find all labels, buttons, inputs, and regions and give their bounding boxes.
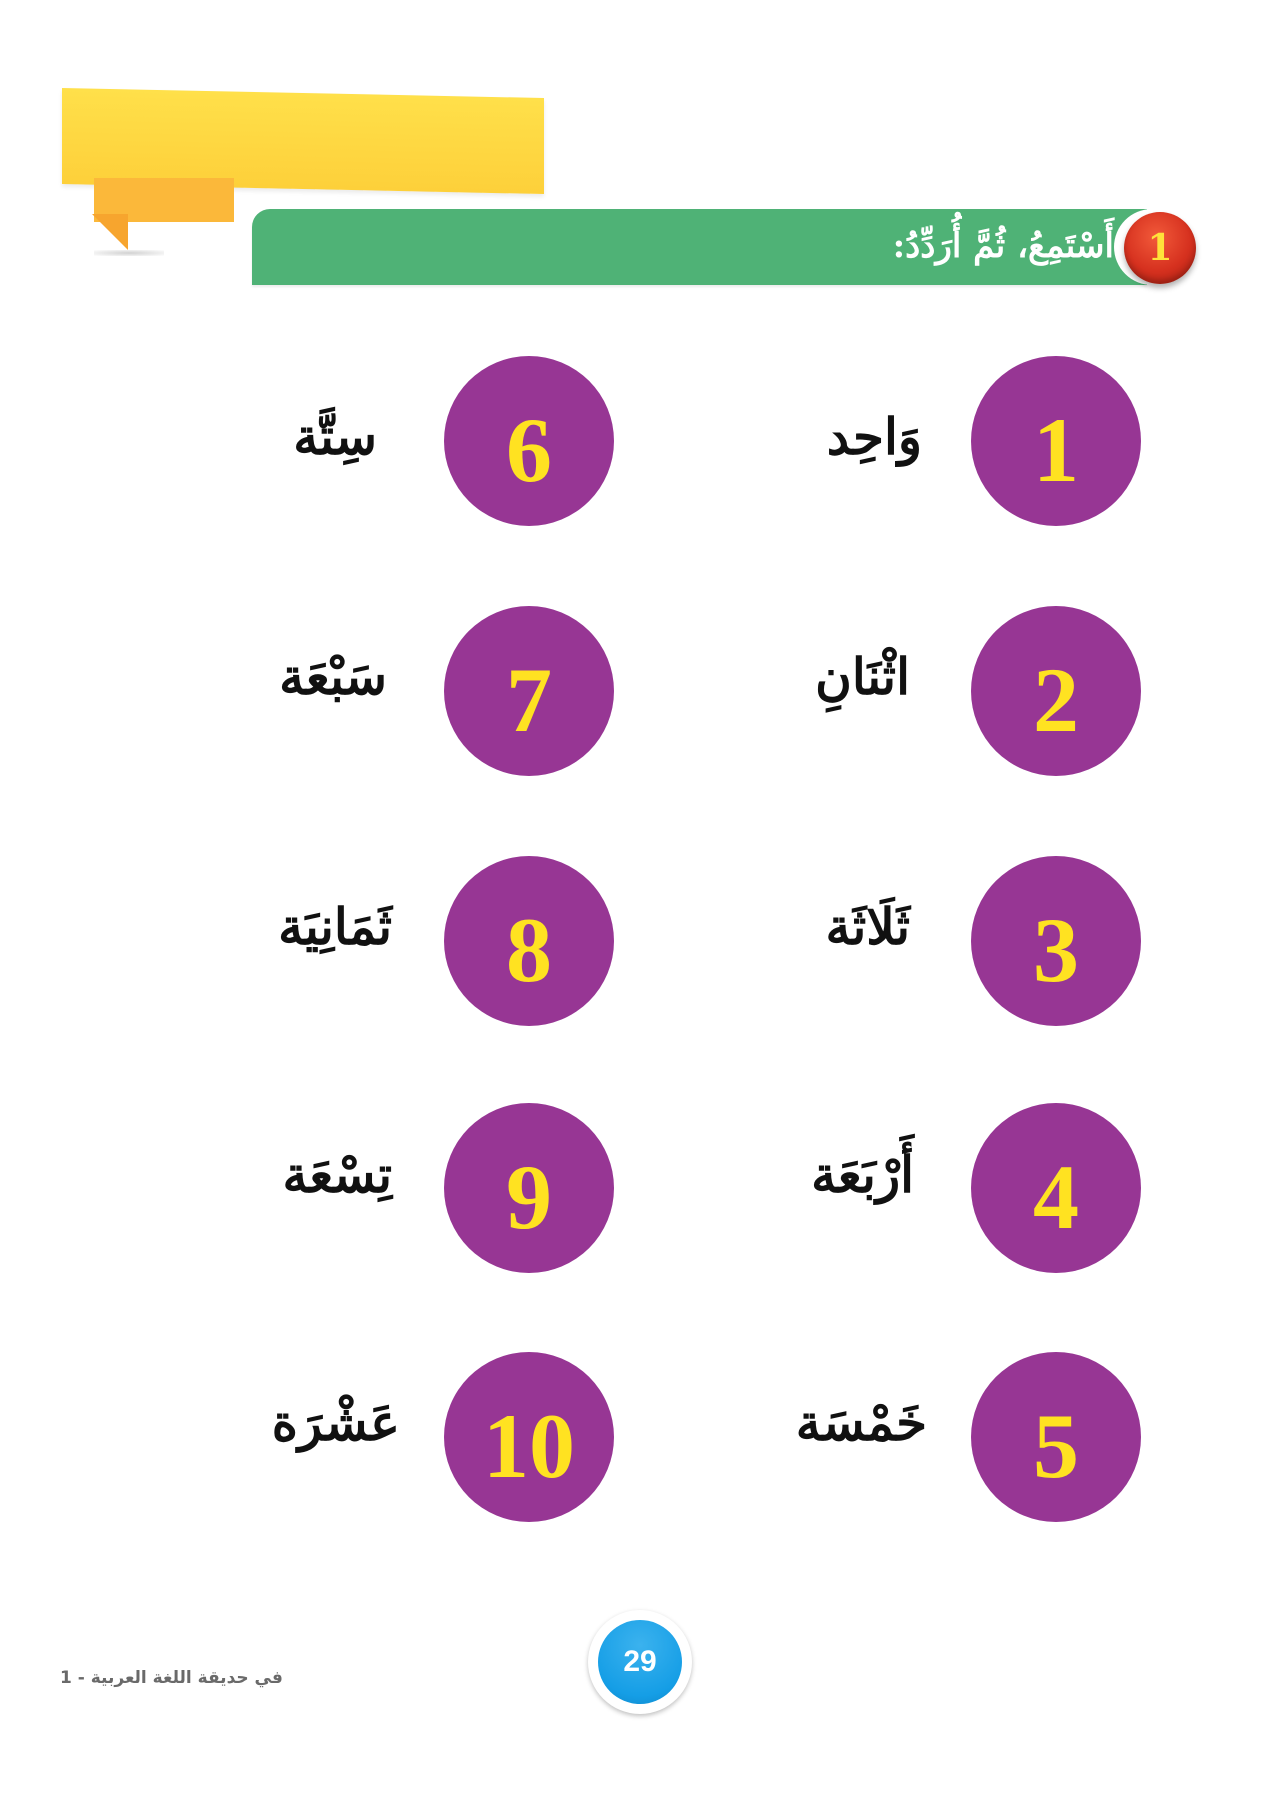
- number-word-9: تِسْعَة: [282, 1145, 392, 1204]
- number-circle-9: 9: [444, 1103, 614, 1273]
- digit: 5: [1033, 1395, 1079, 1497]
- ribbon-tail: [92, 214, 128, 250]
- number-word-6: سِتَّة: [293, 407, 377, 466]
- digit: 3: [1033, 899, 1079, 1001]
- digit: 2: [1033, 649, 1079, 751]
- digit: 10: [483, 1395, 575, 1497]
- exercise-instruction: أَسْتَمِعُ، ثُمَّ أُرَدِّدُ:: [892, 226, 1114, 266]
- digit: 1: [1033, 399, 1079, 501]
- digit: 7: [506, 649, 552, 751]
- digit: 8: [506, 899, 552, 1001]
- number-word-8: ثَمَانِيَة: [278, 897, 392, 956]
- number-circle-2: 2: [971, 606, 1141, 776]
- number-circle-4: 4: [971, 1103, 1141, 1273]
- number-circle-8: 8: [444, 856, 614, 1026]
- number-word-10: عَشْرَة: [271, 1393, 400, 1452]
- exercise-number: 1: [1147, 227, 1173, 269]
- page-number: 29: [623, 1645, 657, 1678]
- number-circle-6: 6: [444, 356, 614, 526]
- number-circle-10: 10: [444, 1352, 614, 1522]
- number-word-5: خَمْسَة: [795, 1393, 927, 1452]
- digit: 6: [506, 399, 552, 501]
- number-word-7: سَبْعَة: [279, 647, 387, 706]
- number-word-4: أَرْبَعَة: [811, 1145, 914, 1204]
- digit: 4: [1033, 1146, 1079, 1248]
- digit: 9: [506, 1146, 552, 1248]
- page-number-badge: 29: [588, 1610, 692, 1714]
- number-circle-1: 1: [971, 356, 1141, 526]
- book-title-footer: في حديقة اللغة العربية - 1: [60, 1668, 283, 1688]
- exercise-number-badge: 1: [1124, 212, 1196, 284]
- number-circle-5: 5: [971, 1352, 1141, 1522]
- number-circle-7: 7: [444, 606, 614, 776]
- number-circle-3: 3: [971, 856, 1141, 1026]
- number-word-3: ثَلَاثَة: [825, 897, 910, 956]
- number-word-1: وَاحِد: [826, 407, 922, 466]
- page-number-disc: 29: [598, 1620, 682, 1704]
- ribbon-shadow: [94, 250, 164, 256]
- number-word-2: اثْنَانِ: [815, 647, 910, 706]
